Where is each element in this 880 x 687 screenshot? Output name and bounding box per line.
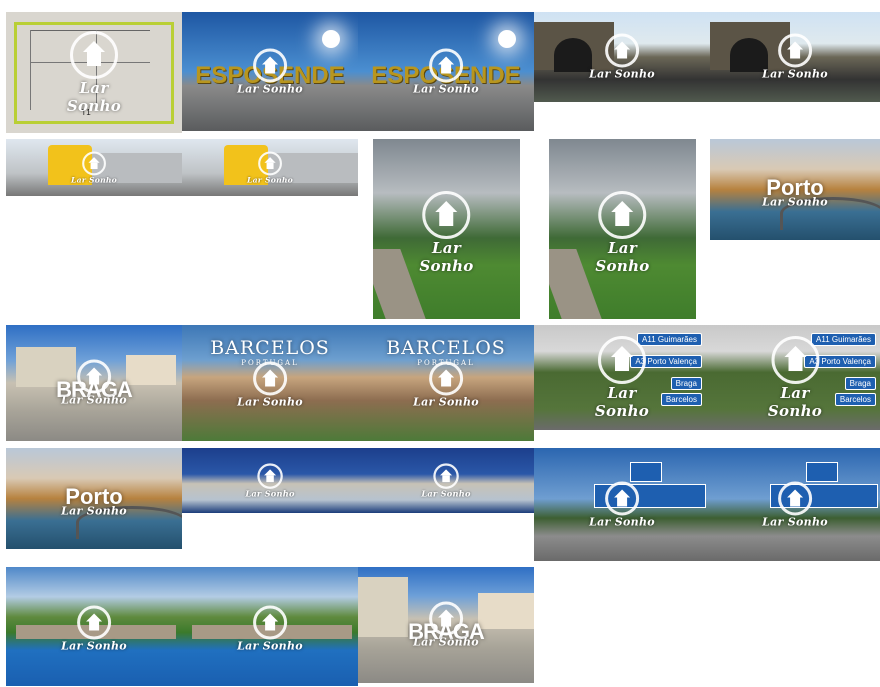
photo-tile-roman-bridge-2[interactable]: Lar Sonho [182,567,358,686]
road-sign: Braga [670,377,702,390]
road-sign: Barcelos [834,393,876,406]
road-sign: A3 Porto Valença [804,355,876,368]
unit-type-label: T1 [81,108,91,117]
photo-tile-park-2[interactable]: Lar Sonho [549,139,696,319]
photo-tile-barcelos-2[interactable]: BARCELOS PORTUGAL Lar Sonho [358,325,534,441]
train-image [6,139,182,196]
photo-tile-casino-2[interactable]: Lar Sonho [358,448,534,513]
photo-tile-bridge-1[interactable]: Lar Sonho [534,12,710,102]
road-sign: A3 Porto Valença [630,355,702,368]
road-sign: Braga [844,377,876,390]
casino-image [182,448,358,513]
photo-tile-braga-2[interactable]: BRAGA Lar Sonho [358,567,534,683]
photo-tile-highway-2[interactable]: Lar Sonho [710,448,880,561]
photo-tile-park-1[interactable]: Lar Sonho [373,139,520,319]
photo-tile-porto-2[interactable]: Porto Lar Sonho [6,448,182,549]
braga-letters: BRAGA [408,619,485,644]
park-image [549,139,696,319]
road-sign: Barcelos [660,393,702,406]
roman-bridge-image [182,567,358,686]
photo-tile-train-1[interactable]: Lar Sonho [6,139,182,196]
highway-image [534,448,710,561]
portugal-subtitle: PORTUGAL [417,359,475,367]
photo-tile-train-2[interactable]: Lar Sonho [182,139,358,196]
porto-title: Porto [65,484,123,509]
photo-tile-floor-plan[interactable]: T1 Lar Sonho [6,12,182,133]
photo-tile-road-signs-2[interactable]: A11 Guimarães A3 Porto Valença Braga Bar… [710,325,880,430]
road-sign: A11 Guimarães [811,333,876,346]
photo-tile-casino-1[interactable]: Lar Sonho [182,448,358,513]
photo-tile-bridge-2[interactable]: Lar Sonho [710,12,880,102]
photo-tile-esposende-2[interactable]: ESPOSENDE Lar Sonho [358,12,534,131]
photo-tile-road-signs-1[interactable]: A11 Guimarães A3 Porto Valença Braga Bar… [534,325,710,430]
photo-tile-highway-1[interactable]: Lar Sonho [534,448,710,561]
portugal-subtitle: PORTUGAL [241,359,299,367]
highway-image [710,448,880,561]
train-image [182,139,358,196]
park-image [373,139,520,319]
stone-bridge-image [710,12,880,102]
esposende-letters: ESPOSENDE [371,62,521,89]
photo-tile-esposende-1[interactable]: ESPOSENDE Lar Sonho [182,12,358,131]
roman-bridge-image [6,567,182,686]
photo-tile-roman-bridge-1[interactable]: Lar Sonho [6,567,182,686]
esposende-letters: ESPOSENDE [195,62,345,89]
barcelos-title: BARCELOS [386,337,506,359]
braga-letters: BRAGA [56,377,133,402]
photo-tile-braga-1[interactable]: BRAGA Lar Sonho [6,325,182,441]
photo-tile-porto-1[interactable]: Porto Lar Sonho [710,139,880,240]
photo-tile-barcelos-1[interactable]: BARCELOS PORTUGAL Lar Sonho [182,325,358,441]
road-sign: A11 Guimarães [637,333,702,346]
barcelos-title: BARCELOS [210,337,330,359]
casino-image [358,448,534,513]
porto-title: Porto [766,175,824,200]
stone-bridge-image [534,12,710,102]
